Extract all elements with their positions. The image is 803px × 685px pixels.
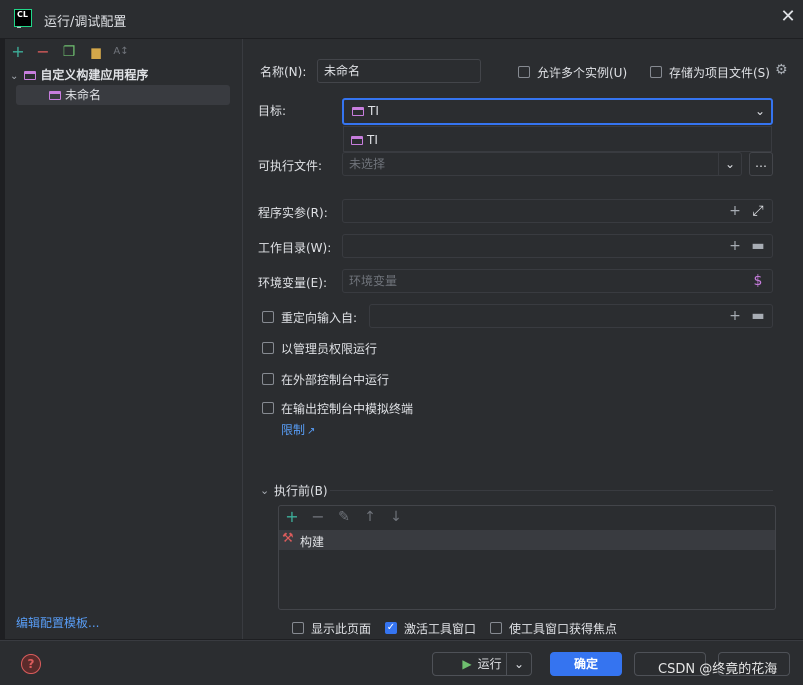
run-button[interactable]: ▶ 运行 ⌄	[432, 652, 532, 676]
executable-placeholder: 未选择	[349, 157, 386, 171]
executable-label: 可执行文件:	[258, 159, 323, 173]
name-label: 名称(N):	[260, 65, 307, 79]
external-link-icon: ↗	[307, 426, 316, 437]
target-value: TI	[368, 104, 379, 118]
option-config-icon	[351, 136, 363, 145]
activate-tool-window-label: 激活工具窗口	[404, 622, 477, 636]
program-args-label: 程序实参(R):	[258, 206, 328, 220]
tree-group-custom-build[interactable]: ⌄ 自定义构建应用程序	[10, 65, 148, 85]
run-admin-checkbox[interactable]	[262, 342, 274, 354]
window-title: 运行/调试配置	[44, 15, 127, 30]
name-value: 未命名	[324, 64, 361, 78]
emulate-terminal-label: 在输出控制台中模拟终端	[281, 402, 414, 416]
add-icon[interactable]: +	[10, 44, 26, 60]
name-input[interactable]: 未命名	[317, 59, 481, 83]
edit-icon[interactable]: ✎	[336, 509, 352, 525]
env-vars-placeholder: 环境变量	[349, 274, 398, 288]
show-page-label: 显示此页面	[311, 622, 372, 636]
executable-select[interactable]: 未选择 ⌄	[342, 152, 742, 176]
before-launch-task-row[interactable]	[279, 530, 775, 550]
add-icon[interactable]: +	[284, 509, 300, 525]
configurations-panel	[5, 39, 243, 639]
arrow-up-icon[interactable]: ↑	[362, 509, 378, 525]
tree-item-unnamed[interactable]: 未命名	[49, 85, 101, 105]
program-args-input[interactable]	[342, 199, 773, 223]
copy-icon[interactable]: ❐	[61, 44, 77, 60]
limits-link-label: 限制	[281, 423, 306, 437]
expand-icon[interactable]: ⤢	[750, 203, 766, 219]
store-as-file-label: 存储为项目文件(S)	[669, 66, 770, 80]
folder-icon[interactable]: ▬	[750, 308, 766, 324]
run-admin-label: 以管理员权限运行	[281, 342, 378, 356]
build-task-label: 构建	[300, 535, 325, 549]
folder-icon[interactable]: ▬	[750, 238, 766, 254]
chevron-down-icon[interactable]: ⌄	[506, 653, 531, 675]
ok-button[interactable]: 确定	[550, 652, 622, 676]
watermark: CSDN @终竟的花海	[658, 662, 778, 677]
store-as-file-checkbox[interactable]	[650, 66, 662, 78]
redirect-input[interactable]	[369, 304, 773, 328]
hammer-icon: ⚒	[282, 531, 294, 546]
emulate-terminal-checkbox[interactable]	[262, 402, 274, 414]
show-page-checkbox[interactable]	[292, 622, 304, 634]
working-dir-label: 工作目录(W):	[258, 241, 332, 255]
limits-link[interactable]: 限制 ↗	[281, 421, 315, 438]
section-divider	[330, 490, 773, 491]
working-dir-input[interactable]	[342, 234, 773, 258]
config-icon	[49, 91, 61, 100]
external-console-checkbox[interactable]	[262, 373, 274, 385]
dollar-icon[interactable]: $	[750, 273, 766, 289]
allow-multiple-checkbox[interactable]	[518, 66, 530, 78]
add-icon[interactable]: +	[727, 238, 743, 254]
folder-icon[interactable]: ▆	[88, 44, 104, 60]
clion-logo-icon: CL _	[14, 9, 32, 28]
target-label: 目标:	[258, 104, 287, 118]
chevron-down-icon[interactable]: ⌄	[718, 153, 741, 175]
sort-icon[interactable]: A↕	[113, 44, 129, 60]
add-icon[interactable]: +	[727, 308, 743, 324]
config-type-icon	[24, 71, 37, 80]
add-icon[interactable]: +	[727, 203, 743, 219]
target-dropdown-popup	[343, 126, 772, 152]
gear-icon[interactable]: ⚙	[775, 62, 788, 78]
focus-tool-window-checkbox[interactable]	[490, 622, 502, 634]
target-select[interactable]: TI ⌄	[342, 98, 773, 125]
env-vars-input[interactable]: 环境变量	[342, 269, 773, 293]
before-launch-header[interactable]: 执行前(B)	[274, 482, 328, 499]
run-label: 运行	[477, 657, 502, 671]
activate-tool-window-checkbox[interactable]: ✓	[385, 622, 397, 634]
focus-tool-window-label: 使工具窗口获得焦点	[509, 622, 618, 636]
remove-icon[interactable]: −	[310, 509, 326, 525]
target-config-icon	[352, 107, 364, 116]
redirect-label: 重定向输入自:	[281, 311, 358, 325]
chevron-down-icon[interactable]: ⌄	[10, 71, 18, 82]
target-option-label: TI	[367, 133, 378, 147]
tree-item-label: 未命名	[65, 88, 102, 102]
env-vars-label: 环境变量(E):	[258, 276, 327, 290]
redirect-checkbox[interactable]	[262, 311, 274, 323]
chevron-down-icon[interactable]: ⌄	[755, 100, 765, 123]
edit-templates-link[interactable]: 编辑配置模板...	[16, 614, 99, 631]
target-option-ti[interactable]: TI	[351, 133, 378, 147]
chevron-down-icon[interactable]: ⌄	[260, 484, 269, 497]
browse-button[interactable]: …	[749, 152, 773, 176]
remove-icon[interactable]: −	[35, 44, 51, 60]
help-icon[interactable]: ?	[21, 654, 41, 674]
external-console-label: 在外部控制台中运行	[281, 373, 390, 387]
close-icon[interactable]: ✕	[778, 7, 798, 27]
arrow-down-icon[interactable]: ↓	[388, 509, 404, 525]
before-launch-list	[278, 505, 776, 610]
play-icon: ▶	[462, 657, 472, 671]
allow-multiple-label: 允许多个实例(U)	[537, 66, 628, 80]
tree-group-label: 自定义构建应用程序	[40, 68, 149, 82]
